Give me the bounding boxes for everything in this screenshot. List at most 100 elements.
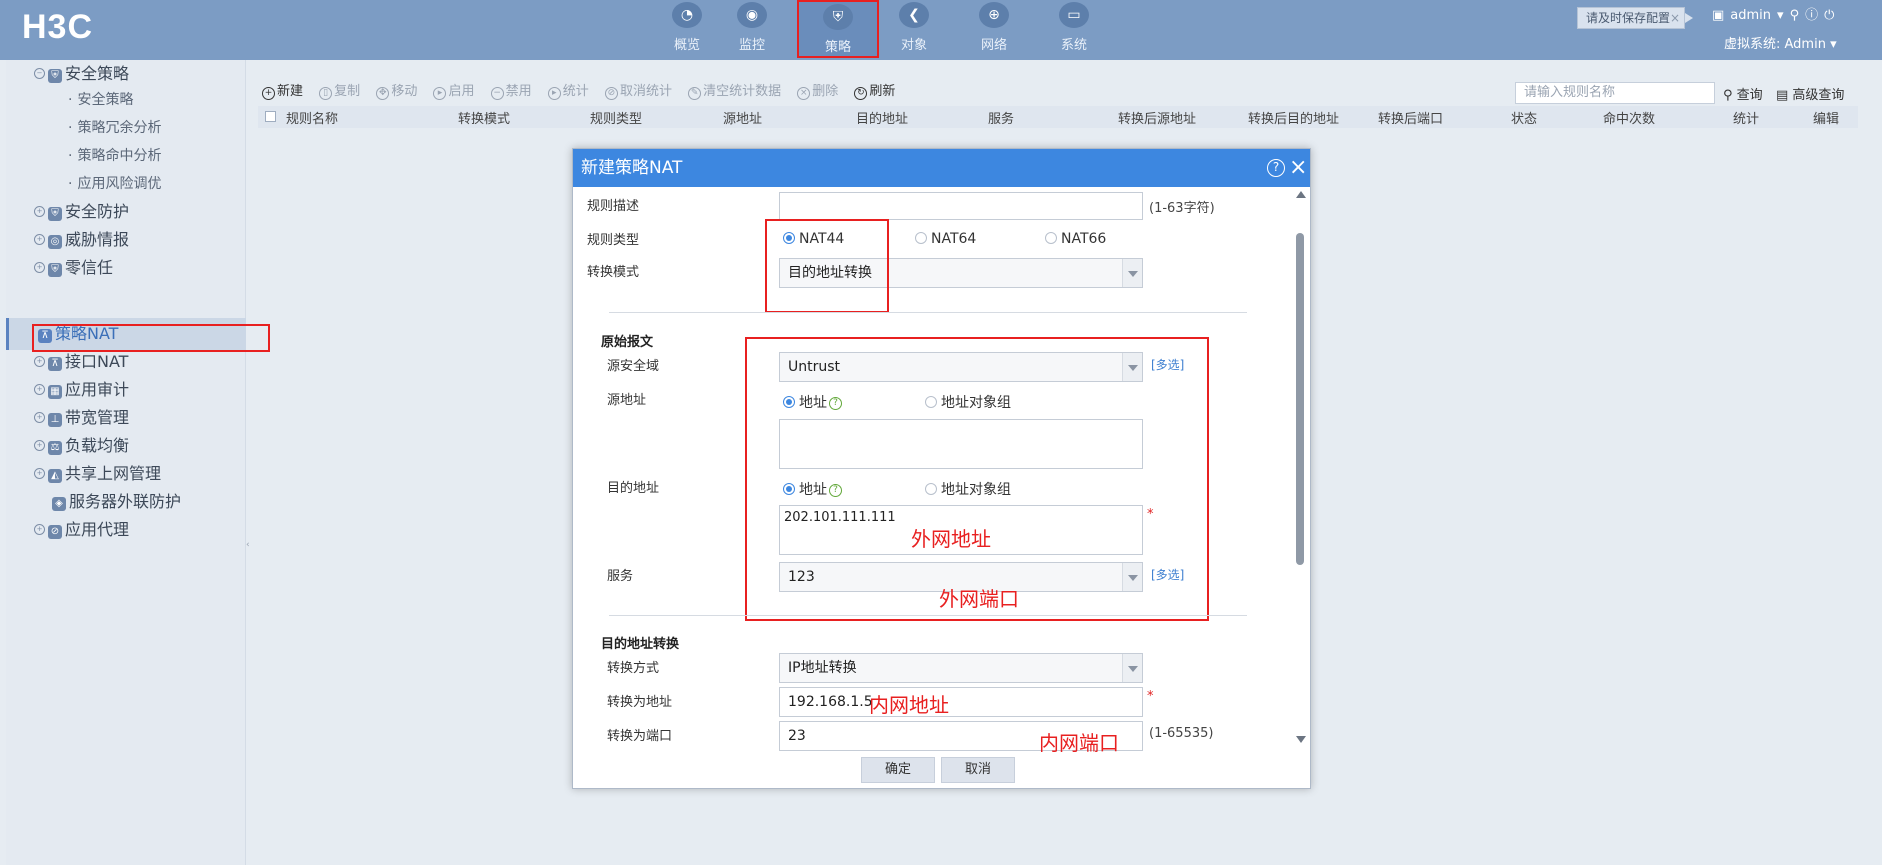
to-addr-input[interactable]: 192.168.1.5 [779, 687, 1143, 717]
scroll-thumb[interactable] [1296, 233, 1304, 565]
balance-icon: ⚖ [48, 441, 62, 455]
sidebar-item-shared-access[interactable]: + ◭ 共享上网管理 [34, 462, 161, 486]
close-icon[interactable]: × [1289, 149, 1307, 187]
play-icon: ▸ [547, 87, 561, 100]
sidebar-subitem-risk-tuning[interactable]: 应用风险调优 [68, 174, 161, 194]
move-button[interactable]: ✥ 移动 [376, 80, 417, 100]
sidebar-item-server-protection[interactable]: ◈ 服务器外联防护 [52, 490, 181, 514]
column-header[interactable]: 转换后目的地址 [1248, 108, 1339, 127]
nav-overview[interactable]: ◔ 概览 [655, 0, 719, 58]
expand-icon[interactable]: + [34, 440, 45, 451]
new-button[interactable]: + 新建 [262, 80, 303, 100]
rule-desc-input[interactable] [779, 192, 1143, 220]
chevron-down-icon[interactable]: ▾ [1777, 8, 1784, 23]
query-button[interactable]: ⚲ 查询 [1723, 84, 1763, 103]
expand-icon[interactable]: + [34, 262, 45, 273]
expand-icon[interactable]: + [34, 468, 45, 479]
original-packet-heading: 原始报文 [601, 335, 654, 350]
sidebar-item-security-policy[interactable]: − ⛨ 安全策略 [34, 62, 129, 86]
nav-network[interactable]: ⊕ 网络 [962, 0, 1026, 58]
nav-monitor[interactable]: ◉ 监控 [720, 0, 784, 58]
column-header[interactable]: 规则类型 [590, 108, 642, 127]
method-select[interactable]: IP地址转换 [779, 653, 1143, 683]
scroll-down-icon[interactable] [1296, 736, 1306, 743]
new-policy-nat-dialog: 新建策略NAT ? × 规则描述 (1-63字符) 规则类型 NAT44 NAT… [572, 148, 1311, 789]
nav-object[interactable]: ❮ 对象 [882, 0, 946, 58]
close-icon[interactable]: × [1670, 8, 1680, 28]
advanced-query-button[interactable]: ▤ 高级查询 [1776, 84, 1844, 103]
rule-search-input[interactable]: 请输入规则名称 [1515, 82, 1715, 104]
server-icon: ◈ [52, 497, 66, 511]
ok-button[interactable]: 确定 [861, 757, 935, 783]
help-icon[interactable]: ⓘ [1805, 8, 1818, 23]
sidebar-subitem-hit-analysis[interactable]: 策略命中分析 [68, 146, 161, 166]
sidebar-item-bandwidth[interactable]: + ⊥ 带宽管理 [34, 406, 129, 430]
save-config-notice[interactable]: 请及时保存配置 × [1577, 7, 1693, 29]
disable-button[interactable]: − 禁用 [490, 80, 532, 100]
sidebar-item-load-balance[interactable]: + ⚖ 负载均衡 [34, 434, 129, 458]
help-icon[interactable]: ? [1267, 159, 1285, 177]
cancel-stats-button[interactable]: ⊘ 取消统计 [604, 80, 672, 100]
copy-button[interactable]: ▯ 复制 [319, 80, 360, 100]
to-port-label: 转换为端口 [607, 729, 673, 744]
broom-icon: ✎ [688, 87, 702, 100]
scroll-up-icon[interactable] [1296, 191, 1306, 198]
search-icon[interactable]: ⚲ [1790, 8, 1800, 23]
grid-icon: ▦ [48, 385, 62, 399]
mode-label: 转换模式 [587, 265, 640, 280]
sidebar-item-app-proxy[interactable]: + ⊘ 应用代理 [34, 518, 129, 542]
column-header[interactable]: 源地址 [723, 108, 762, 127]
move-icon: ✥ [376, 87, 390, 100]
sidebar-item-interface-nat[interactable]: + ⊼ 接口NAT [34, 350, 128, 374]
delete-button[interactable]: × 删除 [797, 80, 838, 100]
column-header[interactable]: 统计 [1733, 108, 1759, 127]
column-header[interactable]: 状态 [1511, 108, 1537, 127]
dialog-scrollbar[interactable] [1293, 191, 1307, 751]
nav-system[interactable]: ▭ 系统 [1042, 0, 1106, 58]
expand-icon[interactable]: + [34, 206, 45, 217]
sidebar-item-protection[interactable]: + ⛨ 安全防护 [34, 200, 129, 224]
sidebar-subitem-security-policy[interactable]: 安全策略 [68, 90, 133, 110]
column-header[interactable]: 服务 [988, 108, 1014, 127]
column-header[interactable]: 编辑 [1813, 108, 1839, 127]
column-header[interactable]: 规则名称 [286, 108, 338, 127]
refresh-button[interactable]: ↻ 刷新 [854, 80, 895, 100]
expand-icon[interactable]: + [34, 384, 45, 395]
stats-button[interactable]: ▸ 统计 [547, 80, 589, 100]
nav-policy[interactable]: ⛨ 策略 [797, 0, 879, 58]
expand-icon[interactable]: + [34, 412, 45, 423]
collapse-icon[interactable]: − [34, 68, 45, 79]
user-menu[interactable]: ▣ admin ▾ ⚲ ⓘ ⏻ [1712, 4, 1840, 23]
src-addr-label: 源地址 [607, 393, 647, 408]
expand-icon[interactable]: + [34, 356, 45, 367]
column-header[interactable]: 转换后端口 [1378, 108, 1443, 127]
column-header[interactable]: 目的地址 [856, 108, 908, 127]
column-header[interactable]: 转换后源地址 [1118, 108, 1196, 127]
virtual-system-selector[interactable]: 虚拟系统: Admin ▾ [1724, 33, 1837, 52]
sidebar-item-app-audit[interactable]: + ▦ 应用审计 [34, 378, 129, 402]
top-bar: H3C ◔ 概览 ◉ 监控 ⛨ 策略 ❮ 对象 ⊕ 网络 ▭ 系统 请及时保存配… [0, 0, 1882, 60]
sidebar-subitem-redundancy[interactable]: 策略冗余分析 [68, 118, 161, 138]
column-header[interactable]: 转换模式 [458, 108, 510, 127]
required-mark: * [1147, 689, 1154, 704]
expand-icon[interactable]: + [34, 524, 45, 535]
enable-button[interactable]: ▸ 启用 [433, 80, 474, 100]
sidebar: −⛨安全策略 安全策略 策略冗余分析 策略命中分析 应用风险调优 +⛨安全防护 … [6, 60, 250, 865]
logout-icon[interactable]: ⏻ [1824, 8, 1834, 23]
sidebar-collapse-handle[interactable]: ‹ [246, 540, 252, 554]
sidebar-item-zero-trust[interactable]: + ⛨ 零信任 [34, 256, 113, 280]
column-header[interactable]: 命中次数 [1603, 108, 1655, 127]
refresh-icon: ↻ [854, 87, 868, 100]
radio-nat66[interactable]: NAT66 [1045, 231, 1106, 247]
search-icon: ⚲ [1723, 88, 1737, 103]
network-icon: ⊼ [48, 357, 62, 371]
select-all-checkbox[interactable] [265, 111, 276, 122]
dialog-title: 新建策略NAT [581, 158, 683, 178]
sidebar-item-threat-intel[interactable]: + ◎ 威胁情报 [34, 228, 129, 252]
save-icon[interactable]: ▣ [1712, 8, 1724, 23]
method-label: 转换方式 [607, 661, 660, 676]
radio-nat64[interactable]: NAT64 [915, 231, 976, 247]
expand-icon[interactable]: + [34, 234, 45, 245]
clear-stats-button[interactable]: ✎ 清空统计数据 [688, 80, 781, 100]
cancel-button[interactable]: 取消 [941, 757, 1015, 783]
